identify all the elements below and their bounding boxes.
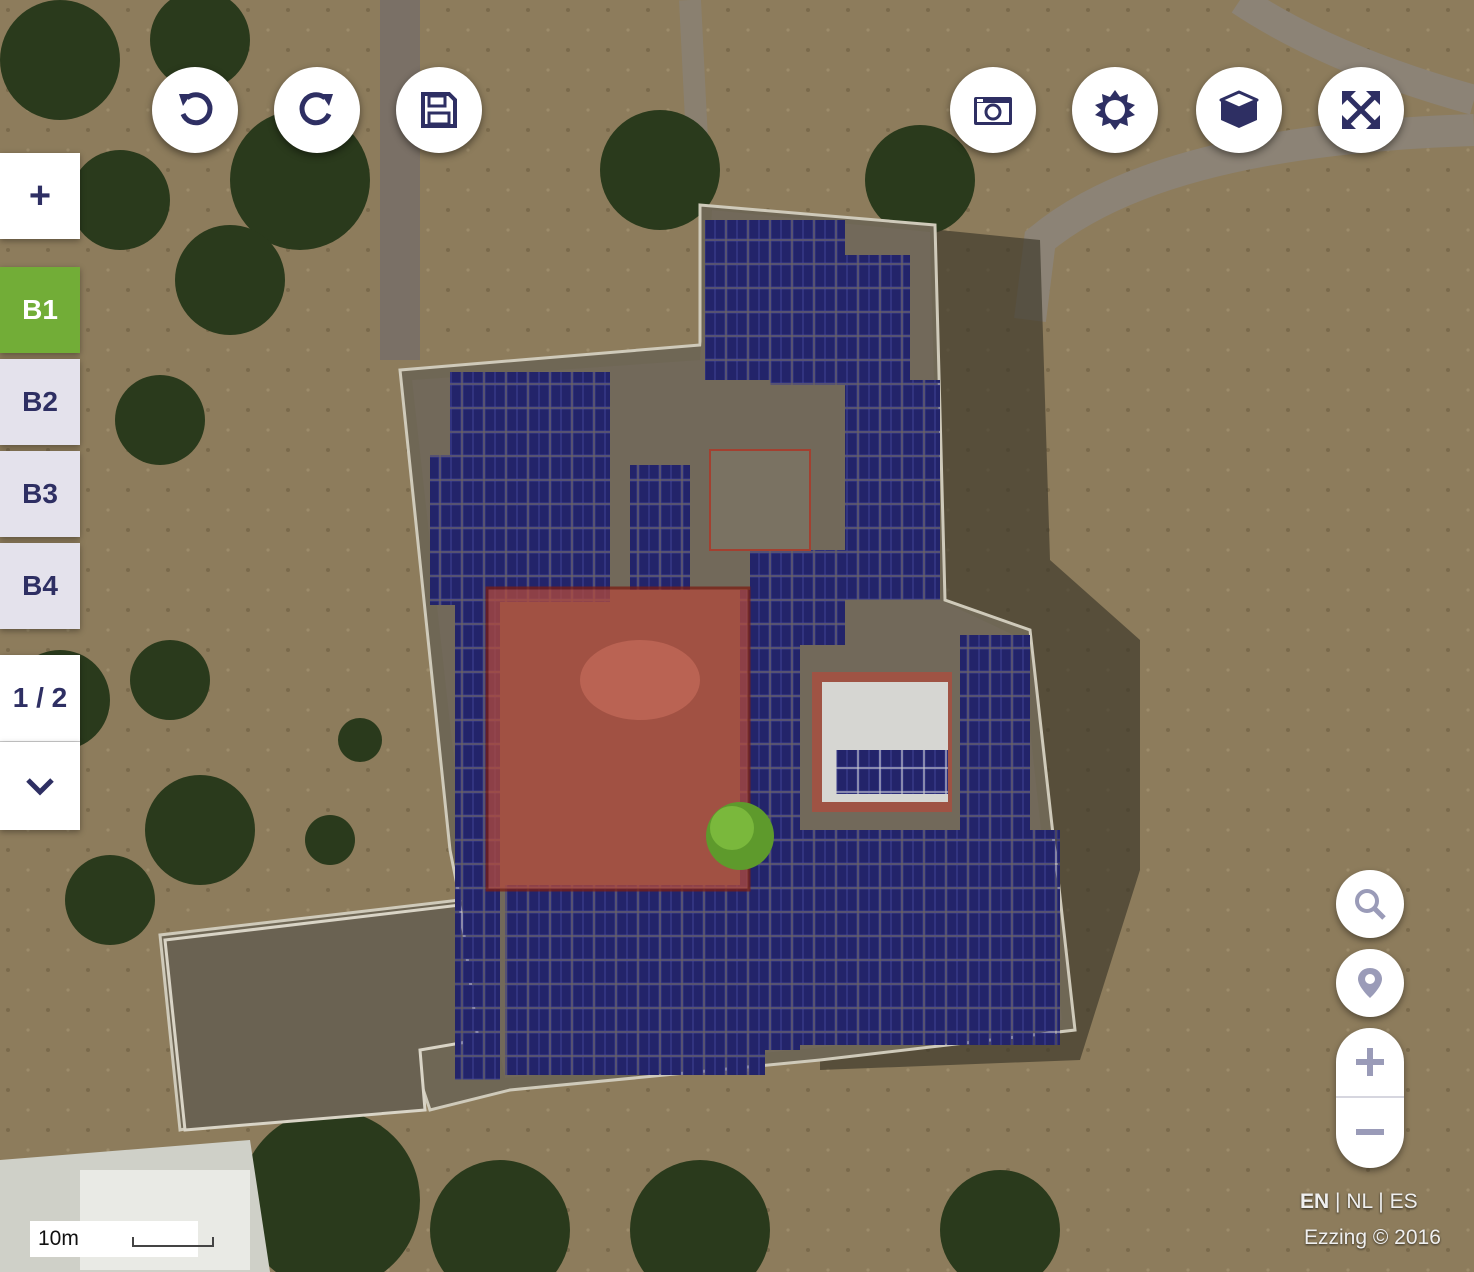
zoom-in-button[interactable] (1336, 1028, 1404, 1096)
fullscreen-button[interactable] (1318, 67, 1404, 153)
building-tab-b2[interactable]: B2 (0, 359, 80, 445)
expand-icon (1342, 91, 1380, 129)
search-icon (1355, 889, 1386, 920)
plus-icon (1356, 1048, 1384, 1076)
language-es[interactable]: ES (1390, 1190, 1418, 1213)
page-indicator: 1 / 2 (0, 655, 80, 742)
location-pin-icon (1358, 968, 1382, 998)
locate-button[interactable] (1336, 949, 1404, 1017)
next-page-button[interactable] (0, 742, 80, 830)
zoom-control (1336, 1028, 1404, 1168)
satellite-map[interactable] (0, 0, 1474, 1272)
chevron-down-icon (26, 778, 54, 796)
redo-icon (299, 92, 333, 126)
language-separator: | (1378, 1190, 1384, 1213)
copyright-text: Ezzing © 2016 (1304, 1226, 1441, 1249)
map-scale: 10m (30, 1221, 214, 1257)
undo-button[interactable] (152, 67, 238, 153)
search-button[interactable] (1336, 870, 1404, 938)
minus-icon (1356, 1129, 1384, 1135)
camera-icon (974, 97, 1012, 125)
language-separator: | (1335, 1190, 1341, 1213)
language-selector: EN | NL | ES (1300, 1190, 1418, 1214)
shading-button[interactable] (1072, 67, 1158, 153)
cube-icon (1219, 90, 1259, 128)
sun-icon (1095, 90, 1135, 130)
save-button[interactable] (396, 67, 482, 153)
language-nl[interactable]: NL (1346, 1190, 1372, 1213)
scale-bar (132, 1237, 214, 1247)
undo-icon (179, 92, 213, 126)
add-building-button[interactable]: + (0, 153, 80, 239)
language-en[interactable]: EN (1300, 1190, 1329, 1213)
zoom-out-button[interactable] (1336, 1098, 1404, 1166)
building-tab-b4[interactable]: B4 (0, 543, 80, 629)
redo-button[interactable] (274, 67, 360, 153)
scale-label: 10m (38, 1227, 79, 1250)
building-tab-b1[interactable]: B1 (0, 267, 80, 353)
building-tab-b3[interactable]: B3 (0, 451, 80, 537)
3d-view-button[interactable] (1196, 67, 1282, 153)
screenshot-button[interactable] (950, 67, 1036, 153)
save-icon (421, 92, 457, 128)
